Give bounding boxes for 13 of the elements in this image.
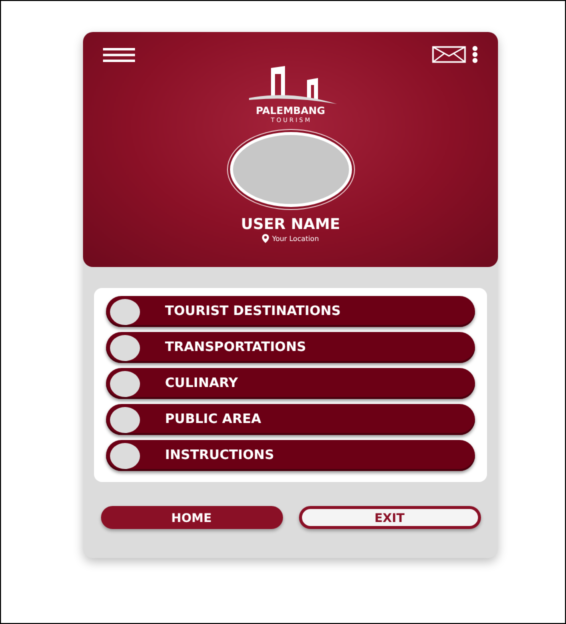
home-button[interactable]: HOME: [100, 506, 282, 529]
more-icon[interactable]: [472, 46, 478, 63]
menu-item[interactable]: CULINARY: [106, 368, 475, 399]
exit-button[interactable]: EXIT: [298, 506, 480, 529]
mail-icon[interactable]: [432, 46, 466, 63]
menu-item[interactable]: TRANSPORTATIONS: [106, 332, 475, 363]
menu-item[interactable]: PUBLIC AREA: [106, 404, 475, 435]
menu-item[interactable]: TOURIST DESTINATIONS: [106, 296, 475, 327]
menu-icon[interactable]: [103, 48, 135, 62]
location-pin-icon: [262, 234, 270, 243]
user-name: USER NAME: [240, 215, 340, 233]
brand-name: PALEMBANG: [256, 106, 326, 117]
menu-item[interactable]: INSTRUCTIONS: [106, 440, 475, 471]
